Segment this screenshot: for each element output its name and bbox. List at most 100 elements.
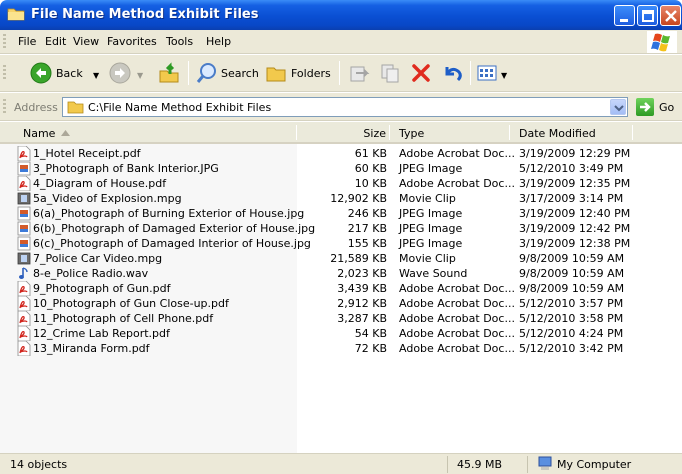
file-row[interactable]: 7_Police Car Video.mpg 21,589 KB Movie Cli… [0, 251, 682, 266]
menu-tools[interactable]: Tools [166, 35, 193, 48]
file-name: 10_Photograph of Gun Close-up.pdf [33, 297, 229, 310]
address-bar: Address C:\File Name Method Exhibit File… [0, 93, 682, 121]
menu-favorites[interactable]: Favorites [107, 35, 157, 48]
movie-icon [17, 251, 31, 266]
pdf-icon [17, 340, 31, 357]
menu-file[interactable]: File [18, 35, 36, 48]
menu-edit[interactable]: Edit [45, 35, 66, 48]
file-date-modified: 3/19/2009 12:29 PM [519, 147, 631, 160]
file-row[interactable]: 11_Photograph of Cell Phone.pdf 3,287 KB A… [0, 310, 682, 327]
file-row[interactable]: 1_Hotel Receipt.pdf 61 KB Adobe Acrobat Do… [0, 145, 682, 162]
file-size: 61 KB [354, 147, 387, 160]
copy-to-icon [381, 64, 399, 83]
file-type: Adobe Acrobat Doc... [399, 177, 515, 190]
file-type: Adobe Acrobat Doc... [399, 342, 515, 355]
file-row[interactable]: 13_Miranda Form.pdf 72 KB Adobe Acrobat Do… [0, 340, 682, 357]
file-date-modified: 5/12/2010 3:57 PM [519, 297, 624, 310]
file-type: Adobe Acrobat Doc... [399, 297, 515, 310]
file-size: 217 KB [347, 222, 387, 235]
undo-icon [445, 67, 462, 82]
column-divider[interactable] [296, 125, 297, 140]
views-icon [477, 65, 497, 81]
file-name: 3_Photograph of Bank Interior.JPG [33, 162, 219, 175]
file-date-modified: 3/19/2009 12:35 PM [519, 177, 631, 190]
undo-button[interactable] [441, 59, 463, 87]
forward-button[interactable] [109, 59, 131, 87]
search-button[interactable]: Search [195, 59, 259, 87]
move-to-button[interactable] [348, 59, 370, 87]
maximize-button[interactable] [637, 5, 658, 26]
column-header-type[interactable]: Type [390, 122, 510, 144]
file-date-modified: 9/8/2009 10:59 AM [519, 282, 625, 295]
copy-to-button[interactable] [379, 59, 401, 87]
views-button[interactable] [476, 59, 498, 87]
file-type: Movie Clip [399, 192, 456, 205]
up-folder-button[interactable] [157, 59, 181, 87]
file-row[interactable]: 8-e_Police Radio.wav 2,023 KB Wave Sound 9/… [0, 266, 682, 281]
delete-button[interactable] [410, 59, 432, 87]
file-name: 5a_Video of Explosion.mpg [33, 192, 182, 205]
file-name: 7_Police Car Video.mpg [33, 252, 163, 265]
forward-arrow-icon [109, 62, 131, 84]
views-dropdown-icon[interactable]: ▼ [501, 71, 507, 80]
up-folder-icon [159, 62, 179, 83]
column-date-label: Date Modified [519, 127, 596, 140]
jpeg-icon [17, 206, 31, 221]
standard-toolbar: Back ▼ ▼ Search Folders ▼ [0, 55, 682, 92]
file-row[interactable]: 12_Crime Lab Report.pdf 54 KB Adobe Acroba… [0, 325, 682, 342]
folder-icon [7, 8, 25, 21]
file-row[interactable]: 5a_Video of Explosion.mpg 12,902 KB Movie … [0, 191, 682, 206]
file-row[interactable]: 4_Diagram of House.pdf 10 KB Adobe Acrobat… [0, 175, 682, 192]
go-button[interactable] [636, 98, 654, 116]
address-dropdown-button[interactable] [610, 99, 626, 115]
column-divider[interactable] [389, 125, 390, 140]
menu-view[interactable]: View [73, 35, 99, 48]
forward-dropdown-icon[interactable]: ▼ [137, 71, 143, 80]
title-bar[interactable]: File Name Method Exhibit Files [0, 0, 682, 30]
close-button[interactable] [660, 5, 681, 26]
column-header-name[interactable]: Name [0, 122, 297, 144]
column-header-date[interactable]: Date Modified [510, 122, 682, 144]
go-arrow-icon [640, 102, 651, 112]
delete-x-icon [412, 64, 430, 82]
file-row[interactable]: 6(c)_Photograph of Damaged Interior of H… [0, 236, 682, 251]
file-row[interactable]: 10_Photograph of Gun Close-up.pdf 2,912 K… [0, 295, 682, 312]
go-label[interactable]: Go [659, 101, 674, 114]
sort-ascending-icon [61, 130, 70, 136]
back-arrow-icon [30, 62, 52, 84]
folders-button[interactable]: Folders [265, 59, 331, 87]
menu-help[interactable]: Help [206, 35, 231, 48]
movie-icon [17, 191, 31, 206]
column-header-size[interactable]: Size [297, 122, 390, 144]
back-dropdown-icon[interactable]: ▼ [93, 71, 99, 80]
file-name: 6(b)_Photograph of Damaged Exterior of H… [33, 222, 316, 235]
maximize-icon [642, 10, 654, 22]
file-date-modified: 3/17/2009 3:14 PM [519, 192, 624, 205]
column-type-label: Type [399, 127, 425, 140]
minimize-button[interactable] [614, 5, 635, 26]
file-date-modified: 5/12/2010 3:42 PM [519, 342, 624, 355]
folders-icon [266, 67, 286, 82]
file-list[interactable]: Name Size Type Date Modified 1_Hotel Rec… [0, 122, 682, 453]
address-value: C:\File Name Method Exhibit Files [88, 101, 272, 114]
file-type: Adobe Acrobat Doc... [399, 312, 515, 325]
file-row[interactable]: 9_Photograph of Gun.pdf 3,439 KB Adobe Acr… [0, 280, 682, 297]
column-divider[interactable] [509, 125, 510, 140]
file-row[interactable]: 3_Photograph of Bank Interior.JPG 60 KB JP… [0, 161, 682, 176]
file-row[interactable]: 6(a)_Photograph of Burning Exterior of H… [0, 206, 682, 221]
file-name: 8-e_Police Radio.wav [33, 267, 149, 280]
file-date-modified: 3/19/2009 12:40 PM [519, 207, 631, 220]
file-name: 11_Photograph of Cell Phone.pdf [33, 312, 214, 325]
column-divider[interactable] [632, 125, 633, 140]
menubar-grip [3, 34, 6, 50]
folders-label: Folders [291, 66, 331, 80]
file-row[interactable]: 6(b)_Photograph of Damaged Exterior of H… [0, 221, 682, 236]
file-date-modified: 5/12/2010 3:58 PM [519, 312, 624, 325]
file-date-modified: 9/8/2009 10:59 AM [519, 267, 625, 280]
file-name: 4_Diagram of House.pdf [33, 177, 167, 190]
file-size: 21,589 KB [330, 252, 387, 265]
address-input[interactable]: C:\File Name Method Exhibit Files [62, 97, 628, 117]
file-size: 2,912 KB [337, 297, 387, 310]
back-button[interactable]: Back [30, 59, 83, 87]
toolbar-separator [188, 61, 189, 85]
